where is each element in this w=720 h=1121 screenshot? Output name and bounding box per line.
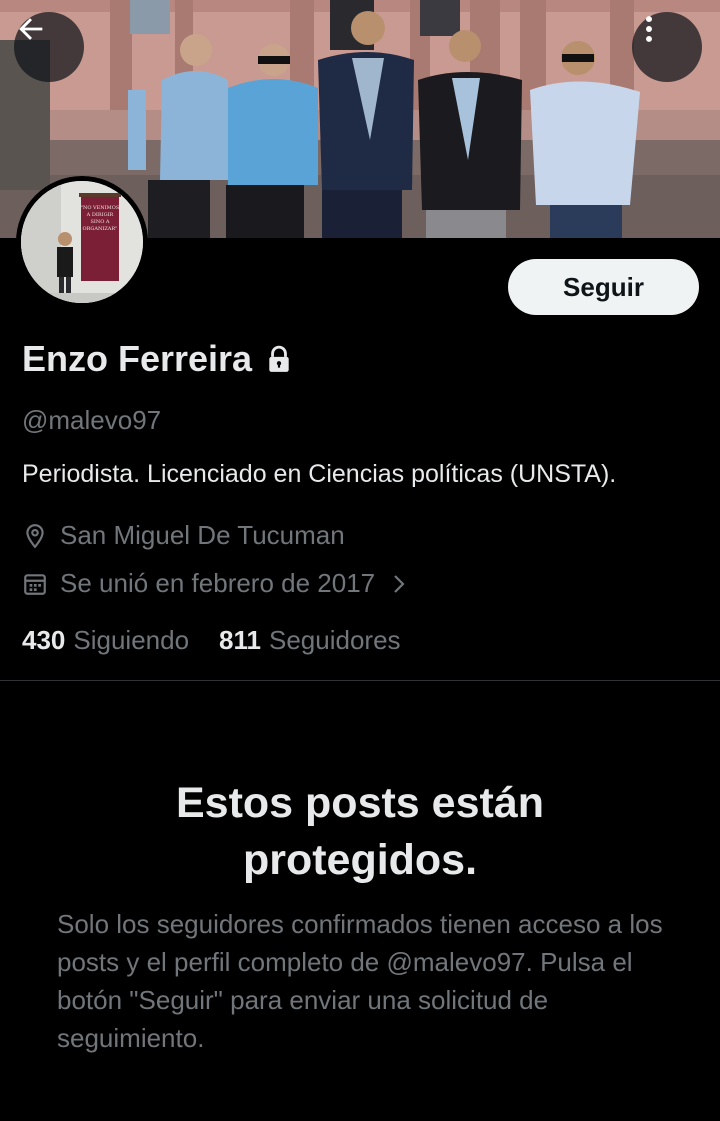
- profile-location: San Miguel De Tucuman: [22, 520, 345, 551]
- back-button[interactable]: [14, 12, 84, 82]
- profile-stats: 430 Siguiendo 811 Seguidores: [22, 625, 431, 656]
- following-label: Siguiendo: [73, 625, 190, 655]
- section-divider: [0, 680, 720, 681]
- avatar-banner-line-1: "NO VENIMOS: [81, 205, 120, 211]
- followers-label: Seguidores: [269, 625, 401, 655]
- protected-posts-message: Solo los seguidores confirmados tienen a…: [57, 909, 663, 1053]
- profile-name: Enzo Ferreira: [22, 338, 253, 379]
- following-count: 430: [22, 625, 66, 655]
- join-date-text: Se unió en febrero de 2017: [60, 568, 376, 598]
- calendar-icon: [22, 571, 48, 597]
- follow-button[interactable]: Seguir: [508, 259, 699, 315]
- avatar-banner-line-3: SINO A: [90, 219, 109, 225]
- profile-handle: @malevo97: [22, 405, 162, 435]
- chevron-right-icon: [391, 573, 407, 595]
- more-options-button[interactable]: [632, 12, 702, 82]
- following-link[interactable]: 430 Siguiendo: [22, 625, 189, 656]
- protected-posts-title: Estos posts están protegidos.: [176, 779, 544, 884]
- followers-link[interactable]: 811 Seguidores: [219, 625, 401, 656]
- profile-avatar[interactable]: "NO VENIMOS A DIRIGIR SINO A ORGANIZAR": [16, 176, 148, 308]
- lock-icon: [266, 345, 292, 373]
- profile-name-row: Enzo Ferreira: [22, 338, 292, 380]
- location-text: San Miguel De Tucuman: [60, 520, 345, 550]
- avatar-photo: "NO VENIMOS A DIRIGIR SINO A ORGANIZAR": [21, 181, 143, 303]
- followers-count: 811: [219, 625, 261, 655]
- profile-bio: Periodista. Licenciado en Ciencias polít…: [22, 460, 617, 488]
- location-pin-icon: [22, 523, 48, 549]
- profile-join-date[interactable]: Se unió en febrero de 2017: [22, 568, 407, 599]
- avatar-banner-line-4: ORGANIZAR": [83, 226, 118, 232]
- avatar-banner-line-2: A DIRIGIR: [86, 212, 114, 218]
